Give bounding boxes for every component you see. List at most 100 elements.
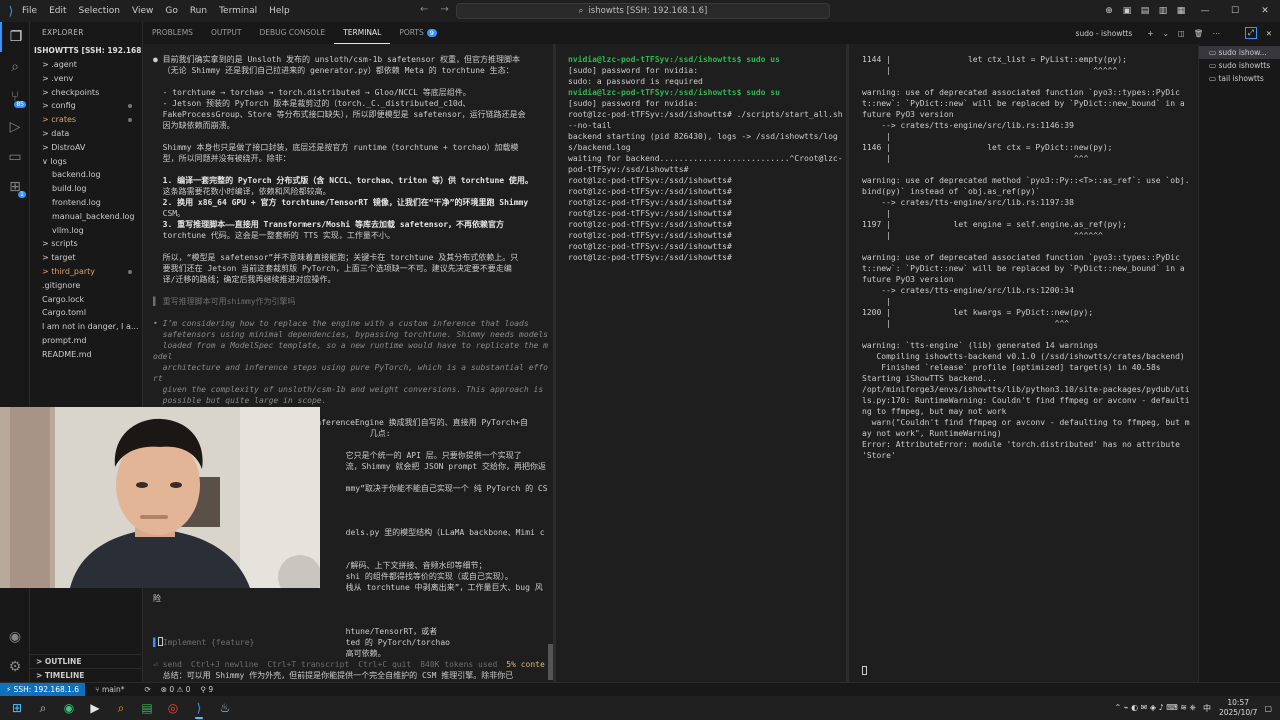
copilot-icon[interactable]: ⊕ — [1100, 6, 1118, 16]
menu-selection[interactable]: Selection — [79, 6, 120, 16]
tree-item[interactable]: > third_party — [30, 265, 142, 279]
terminal-instance-item[interactable]: ▭ sudo ishow... — [1199, 46, 1280, 59]
prompt-input[interactable]: ▌ Implement {feature} — [153, 637, 254, 648]
tree-item[interactable]: I am not in danger, I a... — [30, 320, 142, 334]
tree-item[interactable]: frontend.log — [30, 196, 142, 210]
tree-item[interactable]: > .venv — [30, 72, 142, 86]
terminal-line: --> crates/tts-engine/src/lib.rs:1146:39 — [862, 121, 1074, 130]
tab-ports[interactable]: PORTS 9 — [390, 22, 446, 44]
tree-item[interactable]: ∨ logs — [30, 155, 142, 169]
terminal-app-icon[interactable]: ▶ — [82, 696, 108, 720]
tab-output[interactable]: OUTPUT — [202, 22, 251, 44]
terminal-instance-item[interactable]: ▭ tail ishowtts — [1199, 72, 1280, 85]
tab-problems[interactable]: PROBLEMS — [143, 22, 202, 44]
terminal-line: - Jetson 预装的 PyTorch 版本是裁剪过的（torch._C._d… — [153, 99, 471, 108]
close-panel-icon[interactable]: ✕ — [1266, 29, 1272, 38]
terminal-pane-build[interactable]: 1144 | let ctx_list = PyList::empty(py);… — [849, 44, 1195, 682]
account-icon[interactable]: ◉ — [0, 622, 30, 652]
tree-item[interactable]: .gitignore — [30, 279, 142, 293]
steam-icon[interactable]: ♨ — [212, 696, 238, 720]
remote-indicator[interactable]: ⚡ SSH: 192.168.1.6 — [0, 682, 86, 697]
tree-item[interactable]: > crates — [30, 113, 142, 127]
command-center-search[interactable]: ⌕ ishowtts [SSH: 192.168.1.6] — [456, 3, 830, 19]
outline-section[interactable]: > OUTLINE — [30, 654, 142, 668]
layout-secondary-icon[interactable]: ▥ — [1154, 6, 1172, 16]
tree-item[interactable]: > checkpoints — [30, 86, 142, 100]
tree-item[interactable]: build.log — [30, 182, 142, 196]
minimize-button[interactable]: — — [1190, 6, 1220, 16]
chrome-icon[interactable]: ◎ — [160, 696, 186, 720]
menu-edit[interactable]: Edit — [49, 6, 66, 16]
menu-go[interactable]: Go — [165, 6, 177, 16]
tree-item[interactable]: prompt.md — [30, 334, 142, 348]
nav-arrows[interactable]: ←→ — [420, 4, 461, 15]
search-icon[interactable]: ⌕ — [0, 52, 30, 82]
source-control-icon[interactable]: ⑂ 85 — [0, 82, 30, 112]
trash-icon[interactable]: 🗑 — [1194, 29, 1204, 38]
build-output: 1144 | let ctx_list = PyList::empty(py);… — [862, 54, 1194, 461]
tab-label: PROBLEMS — [152, 28, 193, 37]
search-taskbar-icon[interactable]: ⌕ — [30, 696, 56, 720]
run-debug-icon[interactable]: ▷ — [0, 112, 30, 142]
git-branch[interactable]: ⑂ main* — [95, 685, 134, 694]
layout-sidebar-icon[interactable]: ▣ — [1118, 6, 1136, 16]
tree-item[interactable]: backend.log — [30, 168, 142, 182]
explorer-icon[interactable]: ❐ — [0, 22, 30, 52]
windows-start-icon[interactable]: ⊞ — [4, 696, 30, 720]
search-app-icon[interactable]: ⌕ — [108, 696, 134, 720]
tree-item[interactable]: > target — [30, 251, 142, 265]
clock[interactable]: 10:57 2025/10/7 — [1219, 698, 1257, 718]
file-app-icon[interactable]: ▤ — [134, 696, 160, 720]
menu-terminal[interactable]: Terminal — [219, 6, 257, 16]
problems-counter[interactable]: ⊗ 0 ⚠ 0 — [161, 685, 191, 694]
tree-item[interactable]: > data — [30, 127, 142, 141]
vscode-taskbar-icon[interactable]: ⟩ — [186, 696, 212, 720]
tab-label: TERMINAL — [343, 28, 382, 37]
menu-view[interactable]: View — [132, 6, 153, 16]
tree-item[interactable]: Cargo.lock — [30, 293, 142, 307]
menu-run[interactable]: Run — [190, 6, 207, 16]
terminal-line: （无论 Shimmy 还是我们自己拉进来的 generator.py）都依赖 M… — [153, 66, 514, 75]
modified-dot-icon — [128, 118, 132, 123]
tree-item[interactable]: manual_backend.log — [30, 210, 142, 224]
new-terminal-icon[interactable]: + — [1147, 29, 1153, 38]
timeline-section[interactable]: > TIMELINE — [30, 668, 142, 682]
close-window-button[interactable]: ✕ — [1250, 6, 1280, 16]
tray-icons[interactable]: ⌃ ⌁ ◐ ✉ ◈ ♪ ⌨ ≋ ⎈ — [1115, 703, 1196, 713]
notifications-icon[interactable]: ▢ — [1264, 704, 1272, 713]
terminal-name-label[interactable]: sudo - ishowtts — [1076, 29, 1133, 38]
ports-counter[interactable]: ⚲ 9 — [200, 685, 213, 694]
tree-item[interactable]: > config — [30, 99, 142, 113]
maximize-panel-icon[interactable]: ⤢ — [1244, 27, 1257, 39]
remote-explorer-icon[interactable]: ▭ — [0, 142, 30, 172]
project-root[interactable]: ISHOWTTS [SSH: 192.168.1.6] — [30, 44, 142, 58]
tab-terminal[interactable]: TERMINAL — [334, 22, 391, 44]
split-terminal-icon[interactable]: ◫ — [1178, 29, 1185, 38]
tree-item[interactable]: vllm.log — [30, 224, 142, 238]
tree-item[interactable]: > scripts — [30, 237, 142, 251]
sync-icon[interactable]: ⟳ — [144, 685, 150, 694]
customize-layout-icon[interactable]: ▦ — [1172, 6, 1190, 16]
maximize-button[interactable]: ☐ — [1220, 6, 1250, 16]
layout-panel-icon[interactable]: ▤ — [1136, 6, 1154, 16]
terminal-line: | — [862, 132, 891, 141]
menu-help[interactable]: Help — [269, 6, 290, 16]
tree-item[interactable]: > .agent — [30, 58, 142, 72]
settings-gear-icon[interactable]: ⚙ — [0, 652, 30, 682]
extensions-icon[interactable]: ⊞ 1 — [0, 172, 30, 202]
tree-item[interactable]: > DistroAV — [30, 141, 142, 155]
more-actions-icon[interactable]: ⋯ — [1213, 29, 1221, 38]
chevron-down-icon[interactable]: ⌄ — [1163, 29, 1169, 38]
terminal-instance-item[interactable]: ▭ sudo ishowtts — [1199, 59, 1280, 72]
app-green-icon[interactable]: ◉ — [56, 696, 82, 720]
tab-debug-console[interactable]: DEBUG CONSOLE — [251, 22, 335, 44]
tree-item[interactable]: Cargo.toml — [30, 306, 142, 320]
tree-item-label: I am not in danger, I a... — [42, 322, 139, 332]
terminal-line: root@lzc-pod-tTFSyv:/ssd/ishowtts# — [568, 253, 737, 262]
branch-label: main* — [101, 685, 125, 694]
tree-item[interactable]: README.md — [30, 348, 142, 362]
terminal-pane-shell[interactable]: nvidia@lzc-pod-tTFSyv:/ssd/ishowtts$ sud… — [556, 44, 846, 682]
menu-file[interactable]: File — [22, 6, 37, 16]
input-language[interactable]: 中 — [1203, 703, 1211, 714]
